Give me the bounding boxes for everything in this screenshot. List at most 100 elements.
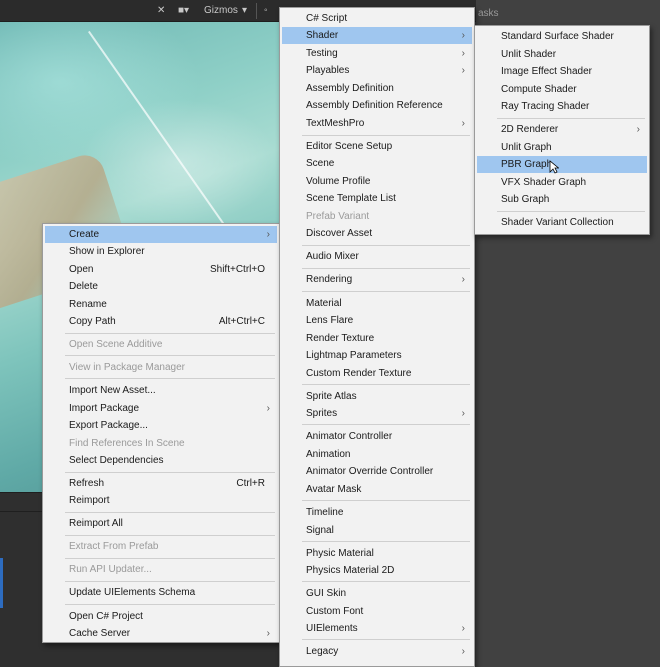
menu-item-assembly-definition[interactable]: Assembly Definition (282, 80, 472, 97)
menu-separator (65, 581, 275, 582)
menu-item-label: Custom Render Texture (306, 368, 412, 379)
menu-item-sprite-atlas[interactable]: Sprite Atlas (282, 388, 472, 405)
menu-item-animator-override-controller[interactable]: Animator Override Controller (282, 463, 472, 480)
menu-item-label: 2D Renderer (501, 124, 559, 135)
menu-item-vfx-shader-graph[interactable]: VFX Shader Graph (477, 174, 647, 191)
menu-item-animation[interactable]: Animation (282, 446, 472, 463)
chevron-right-icon: › (266, 229, 270, 240)
menu-item-unlit-shader[interactable]: Unlit Shader (477, 46, 647, 63)
menu-item-reimport-all[interactable]: Reimport All (45, 515, 277, 532)
menu-item-label: Import New Asset... (69, 385, 156, 396)
menu-separator (65, 604, 275, 605)
menu-item-label: Assembly Definition Reference (306, 100, 443, 111)
menu-separator (65, 355, 275, 356)
menu-item-label: Image Effect Shader (501, 66, 592, 77)
menu-item-csharp-script[interactable]: C# Script (282, 10, 472, 27)
menu-item-label: Audio Mixer (306, 251, 359, 262)
menu-item-signal[interactable]: Signal (282, 522, 472, 539)
menu-item-sub-graph[interactable]: Sub Graph (477, 191, 647, 208)
menu-item-ray-tracing-shader[interactable]: Ray Tracing Shader (477, 98, 647, 115)
menu-item-select-dependencies[interactable]: Select Dependencies (45, 452, 277, 469)
menu-item-custom-render-texture[interactable]: Custom Render Texture (282, 365, 472, 382)
menu-item-custom-font[interactable]: Custom Font (282, 603, 472, 620)
menu-item-shader-variant-collection[interactable]: Shader Variant Collection (477, 214, 647, 231)
gizmos-dropdown-icon[interactable]: ▾ (242, 4, 247, 18)
menu-item-label: Import Package (69, 403, 140, 414)
menu-item-refresh[interactable]: Refresh Ctrl+R (45, 475, 277, 492)
menu-item-import-package[interactable]: Import Package › (45, 400, 277, 417)
menu-separator (302, 291, 470, 292)
menu-item-label: Discover Asset (306, 228, 373, 239)
menu-item-label: Shader (306, 30, 339, 41)
selection-handle[interactable] (0, 558, 3, 608)
menu-item-testing[interactable]: Testing › (282, 45, 472, 62)
menu-separator (65, 512, 275, 513)
tasks-tab-label[interactable]: asks (478, 8, 499, 19)
menu-item-material[interactable]: Material (282, 295, 472, 312)
gizmos-button[interactable]: Gizmos (204, 4, 238, 18)
menu-item-scene[interactable]: Scene (282, 155, 472, 172)
menu-item-open[interactable]: Open Shift+Ctrl+O (45, 261, 277, 278)
create-submenu: C# Script Shader › Testing › Playables ›… (279, 7, 475, 667)
menu-item-gui-skin[interactable]: GUI Skin (282, 585, 472, 602)
menu-item-reimport[interactable]: Reimport (45, 492, 277, 509)
menu-item-label: Unlit Graph (501, 142, 552, 153)
menu-item-legacy[interactable]: Legacy › (282, 643, 472, 660)
menu-item-playables[interactable]: Playables › (282, 62, 472, 79)
menu-separator (497, 211, 645, 212)
menu-item-rendering[interactable]: Rendering › (282, 271, 472, 288)
menu-item-open-csharp-project[interactable]: Open C# Project (45, 608, 277, 625)
menu-item-cache-server[interactable]: Cache Server › (45, 625, 277, 642)
menu-item-image-effect-shader[interactable]: Image Effect Shader (477, 63, 647, 80)
menu-item-prefab-variant: Prefab Variant (282, 208, 472, 225)
menu-item-shortcut: Ctrl+R (236, 478, 265, 489)
menu-item-assembly-definition-reference[interactable]: Assembly Definition Reference (282, 97, 472, 114)
search-icon[interactable]: ◦ (264, 4, 268, 18)
menu-item-standard-surface-shader[interactable]: Standard Surface Shader (477, 28, 647, 45)
menu-item-scene-template-list[interactable]: Scene Template List (282, 190, 472, 207)
menu-item-label: Export Package... (69, 420, 148, 431)
menu-item-rename[interactable]: Rename (45, 296, 277, 313)
menu-item-render-texture[interactable]: Render Texture (282, 330, 472, 347)
chevron-right-icon: › (461, 646, 465, 657)
menu-item-delete[interactable]: Delete (45, 278, 277, 295)
menu-item-2d-renderer[interactable]: 2D Renderer › (477, 121, 647, 138)
menu-item-label: Standard Surface Shader (501, 31, 614, 42)
tools-icon[interactable]: ✕ (157, 4, 165, 18)
menu-item-label: Prefab Variant (306, 211, 370, 222)
menu-item-volume-profile[interactable]: Volume Profile (282, 173, 472, 190)
menu-item-compute-shader[interactable]: Compute Shader (477, 81, 647, 98)
camera-icon[interactable]: ■▾ (178, 4, 189, 18)
menu-separator (302, 639, 470, 640)
menu-item-label: View in Package Manager (69, 362, 185, 373)
menu-item-pbr-graph[interactable]: PBR Graph (477, 156, 647, 173)
menu-item-label: VFX Shader Graph (501, 177, 587, 188)
menu-item-discover-asset[interactable]: Discover Asset (282, 225, 472, 242)
menu-item-lightmap-parameters[interactable]: Lightmap Parameters (282, 347, 472, 364)
menu-item-show-in-explorer[interactable]: Show in Explorer (45, 243, 277, 260)
menu-item-export-package[interactable]: Export Package... (45, 417, 277, 434)
menu-item-copy-path[interactable]: Copy Path Alt+Ctrl+C (45, 313, 277, 330)
menu-item-import-new-asset[interactable]: Import New Asset... (45, 382, 277, 399)
menu-item-label: Sprites (306, 408, 338, 419)
menu-item-unlit-graph[interactable]: Unlit Graph (477, 139, 647, 156)
menu-item-timeline[interactable]: Timeline (282, 504, 472, 521)
menu-item-avatar-mask[interactable]: Avatar Mask (282, 481, 472, 498)
menu-item-uielements[interactable]: UIElements › (282, 620, 472, 637)
menu-item-update-uielements-schema[interactable]: Update UIElements Schema (45, 584, 277, 601)
menu-item-label: Reimport All (69, 518, 123, 529)
menu-item-find-references: Find References In Scene (45, 435, 277, 452)
menu-item-label: Sub Graph (501, 194, 550, 205)
menu-item-label: Copy Path (69, 316, 116, 327)
menu-item-physic-material[interactable]: Physic Material (282, 545, 472, 562)
menu-item-editor-scene-setup[interactable]: Editor Scene Setup (282, 138, 472, 155)
menu-item-audio-mixer[interactable]: Audio Mixer (282, 248, 472, 265)
menu-item-label: Lightmap Parameters (306, 350, 402, 361)
menu-item-physics-material-2d[interactable]: Physics Material 2D (282, 562, 472, 579)
menu-item-sprites[interactable]: Sprites › (282, 405, 472, 422)
menu-item-shader[interactable]: Shader › (282, 27, 472, 44)
menu-item-textmeshpro[interactable]: TextMeshPro › (282, 115, 472, 132)
menu-item-animator-controller[interactable]: Animator Controller (282, 428, 472, 445)
menu-item-create[interactable]: Create › (45, 226, 277, 243)
menu-item-lens-flare[interactable]: Lens Flare (282, 312, 472, 329)
